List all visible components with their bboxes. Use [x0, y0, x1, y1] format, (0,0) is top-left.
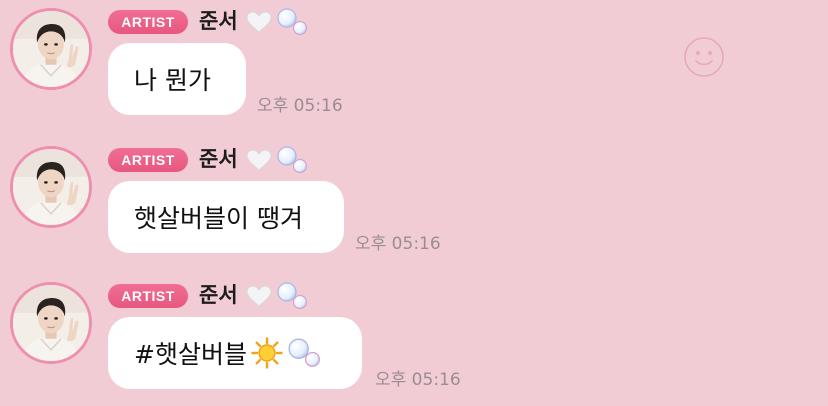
message-bubble[interactable]: #햇살버블 — [108, 317, 362, 389]
chat-message: ARTIST 준서 햇살버블이 땡겨 오후 05:16 — [0, 138, 828, 268]
artist-badge: ARTIST — [108, 148, 188, 172]
avatar[interactable] — [10, 146, 92, 228]
bubbles-icon — [287, 336, 321, 370]
message-text: 햇살버블이 땡겨 — [134, 204, 303, 233]
message-time: 오후 05:16 — [375, 370, 461, 390]
message-text: 나 뭔가 — [134, 66, 211, 95]
message-text: #햇살버블 — [134, 340, 247, 369]
avatar[interactable] — [10, 282, 92, 364]
avatar[interactable] — [10, 8, 92, 90]
message-time: 오후 05:16 — [257, 96, 343, 116]
smiley-face-icon[interactable] — [683, 36, 725, 78]
artist-badge: ARTIST — [108, 10, 188, 34]
white-heart-icon — [246, 285, 272, 307]
bubbles-icon — [276, 146, 308, 174]
artist-badge: ARTIST — [108, 284, 188, 308]
chat-message: ARTIST 준서 #햇살버블 오후 05:16 — [0, 274, 828, 404]
white-heart-icon — [246, 11, 272, 33]
bubbles-icon — [276, 8, 308, 36]
white-heart-icon — [246, 149, 272, 171]
message-time: 오후 05:16 — [355, 234, 441, 254]
sender-name[interactable]: 준서 — [199, 7, 238, 35]
sender-name[interactable]: 준서 — [199, 281, 238, 309]
bubbles-icon — [276, 282, 308, 310]
sender-name[interactable]: 준서 — [199, 145, 238, 173]
chat-thread: ARTIST 준서 나 뭔가 오후 05:16 ARTIST 준서 햇살버블이 … — [0, 0, 828, 406]
sun-icon — [251, 337, 283, 369]
message-bubble[interactable]: 햇살버블이 땡겨 — [108, 181, 344, 253]
message-bubble[interactable]: 나 뭔가 — [108, 43, 246, 115]
